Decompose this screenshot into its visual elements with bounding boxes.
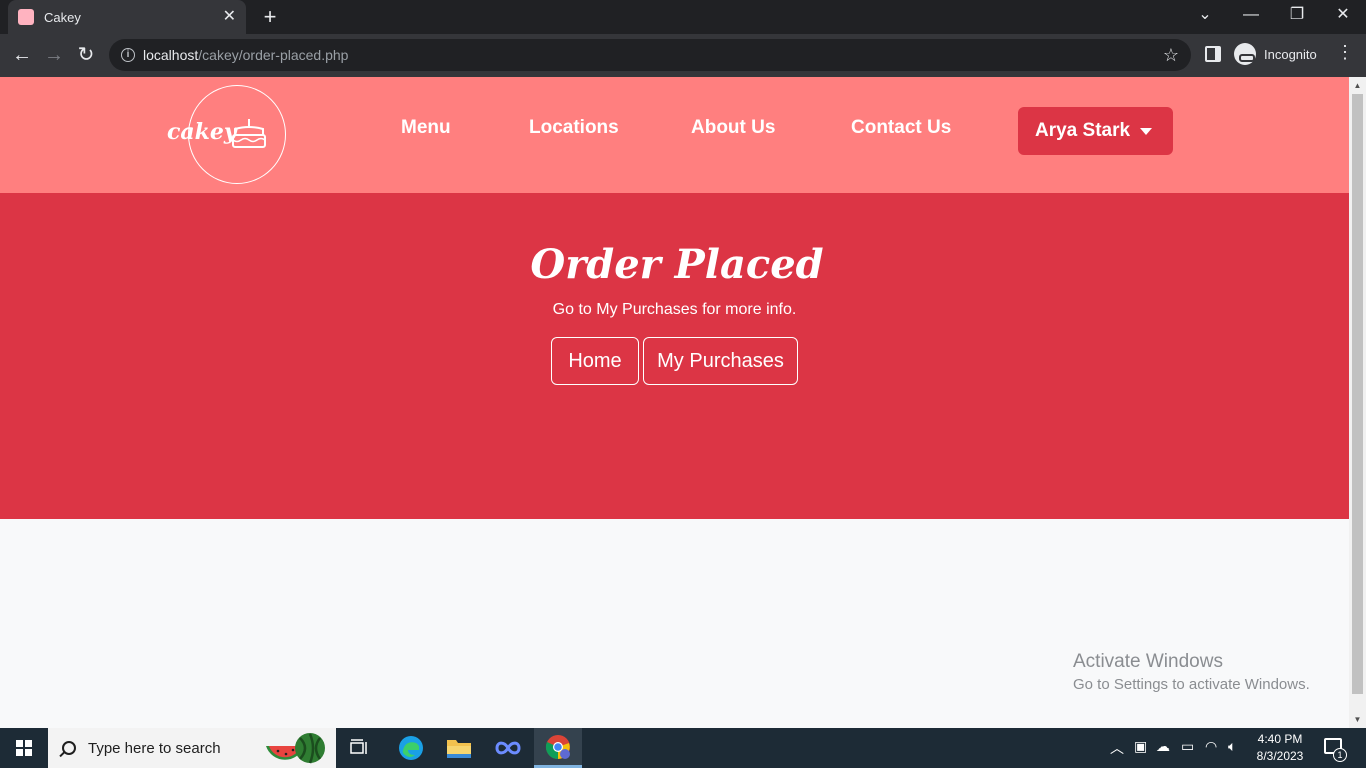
onedrive-cloud-icon[interactable]: ☁ <box>1156 738 1170 755</box>
nav-link-menu[interactable]: Menu <box>401 117 451 139</box>
page-scrollbar[interactable]: ▲ ▼ <box>1349 77 1366 728</box>
reload-icon[interactable]: ↻ <box>72 42 100 70</box>
cake-icon <box>232 119 266 148</box>
site-navbar: cakey Menu Locations About Us Contact Us… <box>0 77 1349 193</box>
forward-arrow-icon[interactable]: → <box>40 42 68 70</box>
wifi-icon[interactable]: ◠ <box>1205 738 1217 755</box>
page-title: Order Placed <box>530 241 824 288</box>
tab-title: Cakey <box>44 9 81 25</box>
minimize-icon[interactable]: — <box>1228 0 1274 34</box>
new-tab-button[interactable]: + <box>258 4 282 30</box>
battery-icon[interactable]: ▭ <box>1181 738 1194 755</box>
site-info-icon[interactable]: i <box>121 48 135 62</box>
chrome-browser-icon[interactable] <box>534 728 582 768</box>
user-name: Arya Stark <box>1035 120 1131 141</box>
search-icon <box>62 741 76 755</box>
browser-tab-strip: Cakey ✕ + ⌄ — ❐ ✕ <box>0 0 1366 34</box>
file-explorer-icon[interactable] <box>435 728 483 768</box>
bookmark-star-icon[interactable]: ☆ <box>1163 45 1179 66</box>
browser-toolbar: ← → ↻ i localhost /cakey/order-placed.ph… <box>0 34 1366 77</box>
scrollbar-thumb[interactable] <box>1352 94 1363 694</box>
home-button[interactable]: Home <box>551 337 639 385</box>
volume-icon[interactable]: 🔈︎ <box>1228 738 1236 755</box>
order-placed-hero: Order Placed Go to My Purchases for more… <box>0 193 1349 519</box>
incognito-label: Incognito <box>1264 46 1317 62</box>
search-placeholder: Type here to search <box>88 739 221 757</box>
hero-subtitle: Go to My Purchases for more info. <box>552 301 797 318</box>
cakey-favicon-icon <box>18 9 34 25</box>
activate-windows-subtitle: Go to Settings to activate Windows. <box>1073 676 1310 693</box>
nav-link-locations[interactable]: Locations <box>529 117 619 139</box>
browser-tab[interactable]: Cakey ✕ <box>8 0 246 34</box>
restore-icon[interactable]: ❐ <box>1274 0 1320 34</box>
edge-browser-icon[interactable] <box>387 728 435 768</box>
close-window-icon[interactable]: ✕ <box>1320 0 1366 34</box>
infinity-app-icon[interactable] <box>484 728 532 768</box>
close-tab-icon[interactable]: ✕ <box>223 9 236 25</box>
clock-date: 8/3/2023 <box>1256 749 1304 763</box>
clock-time: 4:40 PM <box>1257 732 1303 746</box>
nav-link-contact-us[interactable]: Contact Us <box>851 117 951 139</box>
scroll-down-arrow-icon[interactable]: ▼ <box>1349 711 1366 728</box>
windows-taskbar: Type here to search ︿ ▣ ☁ ▭ ◠ 🔈︎ 4:40 PM… <box>0 728 1366 768</box>
side-panel-icon[interactable] <box>1205 46 1221 62</box>
incognito-icon <box>1234 43 1256 65</box>
more-options-icon[interactable]: ⋮ <box>1336 42 1354 63</box>
windows-logo-icon <box>16 740 32 756</box>
incognito-indicator[interactable]: Incognito <box>1234 43 1317 65</box>
my-purchases-button[interactable]: My Purchases <box>643 337 798 385</box>
tab-search-chevron-icon[interactable]: ⌄ <box>1182 0 1228 34</box>
user-dropdown-button[interactable]: Arya Stark <box>1018 107 1173 155</box>
start-button[interactable] <box>0 728 48 768</box>
activate-windows-title: Activate Windows <box>1073 651 1223 672</box>
back-arrow-icon[interactable]: ← <box>8 42 36 70</box>
watermelon-icon <box>266 733 325 764</box>
meet-now-icon[interactable]: ▣ <box>1134 738 1147 755</box>
caret-down-icon <box>1140 127 1153 135</box>
logo-text[interactable]: cakey <box>167 119 237 145</box>
url-host: localhost <box>143 47 199 63</box>
notification-count-badge: 1 <box>1333 748 1347 762</box>
nav-link-about-us[interactable]: About Us <box>691 117 775 139</box>
page-viewport: cakey Menu Locations About Us Contact Us… <box>0 77 1349 728</box>
show-hidden-icons-chevron[interactable]: ︿ <box>1110 738 1124 758</box>
url-path: /cakey/order-placed.php <box>198 47 349 63</box>
address-bar[interactable]: i localhost /cakey/order-placed.php ☆ <box>109 39 1191 71</box>
taskbar-clock[interactable]: 4:40 PM 8/3/2023 <box>1246 731 1314 765</box>
task-view-icon[interactable] <box>336 728 384 768</box>
scroll-up-arrow-icon[interactable]: ▲ <box>1349 77 1366 94</box>
